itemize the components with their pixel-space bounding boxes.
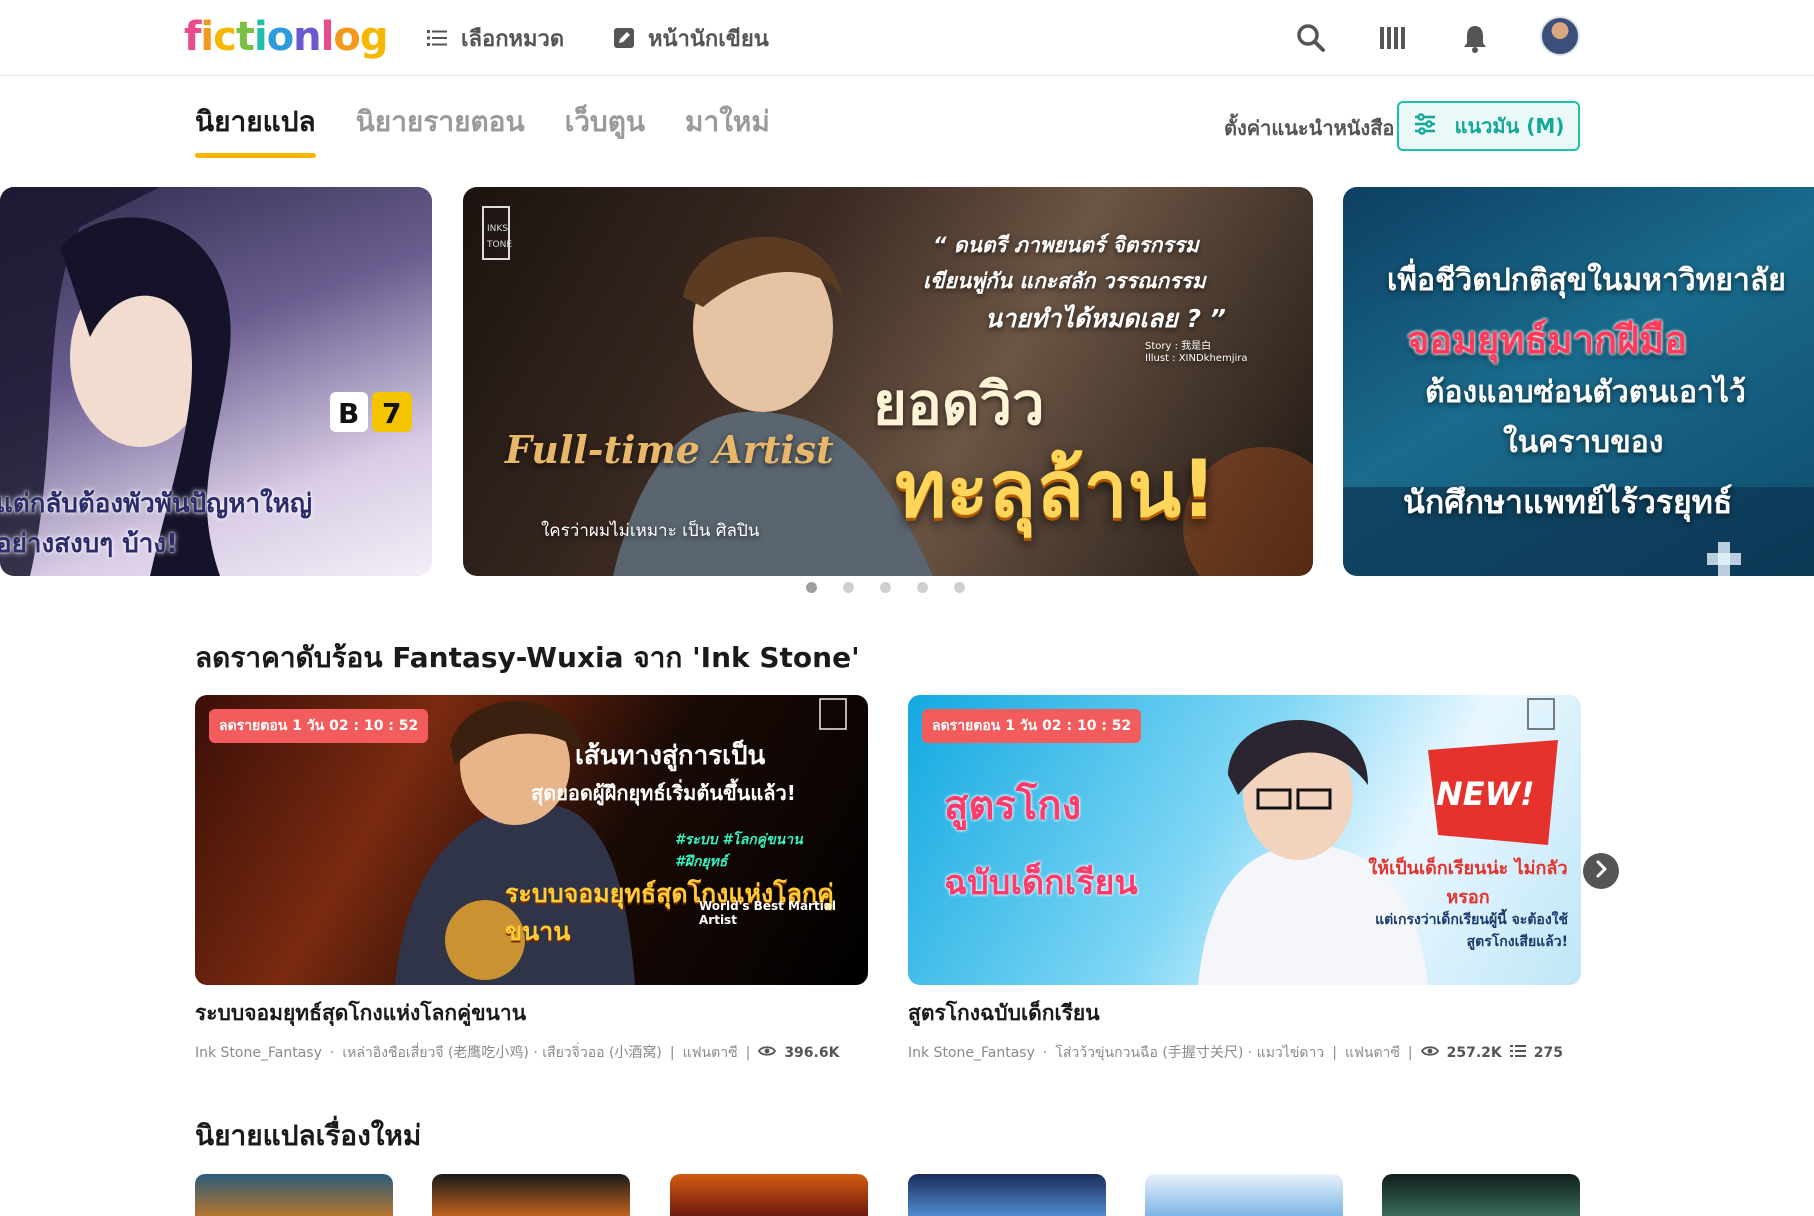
nav-select-category[interactable]: เลือกหมวด bbox=[425, 22, 564, 54]
carousel-dot[interactable] bbox=[954, 582, 965, 593]
recommendation-settings-button-label: แนวมัน (M) bbox=[1454, 114, 1565, 138]
nav-writer-page-label: หน้านักเขียน bbox=[648, 26, 769, 52]
chapters-icon bbox=[1509, 1045, 1526, 1061]
featured-card-art-text-4: ให้เป็นเด็กเรียนน่ะ ไม่กลัวหรอก bbox=[1368, 858, 1568, 908]
banner-right[interactable]: เพื่อชีวิตปกติสุขในมหาวิทยาลัย จอมยุทธ์ม… bbox=[1343, 187, 1814, 576]
book-cover-icon[interactable] bbox=[1145, 1174, 1343, 1216]
view-count: 257.2K bbox=[1446, 1045, 1502, 1061]
svg-text:INKS: INKS bbox=[487, 224, 508, 234]
tab-webtoon[interactable]: เว็บตูน bbox=[565, 100, 645, 156]
svg-text:7: 7 bbox=[382, 397, 401, 430]
featured-card-art-text-1: เส้นทางสู่การเป็น bbox=[575, 741, 766, 771]
banner-left-caption-2: อย่างสงบๆ บ้าง! bbox=[0, 529, 178, 559]
banner-center-caption-2: เขียนพู่กัน แกะสลัก วรรณกรรม bbox=[923, 269, 1206, 293]
banner-center-caption-1: “ ดนตรี ภาพยนตร์ จิตรกรรม bbox=[933, 233, 1199, 257]
featured-card-art-text-2: ฉบับเด็กเรียน bbox=[944, 863, 1138, 903]
tab-translated-novels[interactable]: นิยายแปล bbox=[195, 100, 316, 158]
banner-right-caption-5: นักศึกษาแพทย์ไร้วรยุทธ์ bbox=[1403, 483, 1733, 521]
banner-right-caption-2: จอมยุทธ์มากฝีมือ bbox=[1407, 318, 1688, 362]
genre-label[interactable]: แฟนตาซี bbox=[683, 1042, 738, 1064]
banner-center-logo: Full-time Artist bbox=[505, 427, 834, 472]
tab-serial-novels[interactable]: นิยายรายตอน bbox=[356, 100, 525, 156]
nav-writer-page[interactable]: หน้านักเขียน bbox=[612, 22, 769, 54]
book-cover-icon[interactable] bbox=[1382, 1174, 1580, 1216]
carousel-dots bbox=[806, 582, 965, 593]
featured-card-title[interactable]: ระบบจอมยุทธ์สุดโกงแห่งโลกคู่ขนาน bbox=[195, 997, 868, 1030]
banner-right-caption-4: ในคราบของ bbox=[1503, 425, 1664, 460]
chapter-count: 275 bbox=[1533, 1045, 1563, 1061]
top-navigation-bar: fictionlog เลือกหมวด หน้านักเขียน bbox=[0, 0, 1814, 76]
featured-card-art-text-1: สูตรโกง bbox=[944, 783, 1082, 829]
featured-card-art-text-5: แต่เกรงว่าเด็กเรียนผู้นี้ จะต้องใช้สูตรโ… bbox=[1375, 912, 1568, 950]
featured-card[interactable]: ลดรายตอน 1 วัน 02 : 10 : 52 เส้นทางสู่กา… bbox=[195, 695, 868, 1064]
nav-select-category-label: เลือกหมวด bbox=[461, 26, 565, 52]
banner-center-caption-3: นายทำได้หมดเลย ? ” bbox=[985, 304, 1226, 333]
banner-center-headline-2: ทะลุล้าน! bbox=[895, 445, 1217, 535]
banner-center-sub: ใครว่าผมไม่เหมาะ เป็น ศิลปิน bbox=[541, 521, 760, 541]
banner-center-credit-2: Illust : XINDkhemjira bbox=[1145, 353, 1248, 364]
svg-text:TONE: TONE bbox=[486, 240, 512, 250]
featured-card-art-text-3: NEW! bbox=[1436, 775, 1535, 813]
discount-badge: ลดรายตอน 1 วัน 02 : 10 : 52 bbox=[922, 709, 1142, 743]
carousel-dot[interactable] bbox=[880, 582, 891, 593]
publisher-name[interactable]: Ink Stone_Fantasy bbox=[908, 1045, 1035, 1061]
banner-center[interactable]: INKS TONE “ ดนตรี ภาพยนตร์ จิตรกรรม เขีย… bbox=[463, 187, 1313, 576]
promo-section-title[interactable]: ลดราคาดับร้อน Fantasy-Wuxia จาก 'Ink Sto… bbox=[195, 636, 860, 680]
featured-card-meta: Ink Stone_Fantasy · เหล่าอิงชือเสี่ยวจี … bbox=[195, 1042, 868, 1064]
banner-left[interactable]: B 7 แต่กลับต้องพัวพันปัญหาใหญ่ อย่างสงบๆ… bbox=[0, 187, 432, 576]
book-cover-icon[interactable] bbox=[195, 1174, 393, 1216]
new-novels-section-title[interactable]: นิยายแปลเรื่องใหม่ bbox=[195, 1114, 421, 1158]
carousel-next-button[interactable] bbox=[1583, 853, 1619, 889]
banner-right-caption-1: เพื่อชีวิตปกติสุขในมหาวิทยาลัย bbox=[1387, 263, 1786, 298]
book-cover-icon[interactable] bbox=[908, 1174, 1106, 1216]
book-cover-icon[interactable] bbox=[432, 1174, 630, 1216]
featured-card-art-text-5: World's Best Martial Artist bbox=[699, 899, 837, 927]
featured-card-cover[interactable]: ลดรายตอน 1 วัน 02 : 10 : 52 สูตรโกง ฉบับ… bbox=[908, 695, 1581, 985]
featured-card-art-text-2: สุดยอดผู้ฝึกยุทธ์เริ่มต้นขึ้นแล้ว! bbox=[531, 781, 796, 805]
svg-text:B: B bbox=[338, 397, 359, 430]
featured-card-art-text-3: #ระบบ #โลกคู่ขนาน #ฝึกยุทธ์ bbox=[675, 832, 803, 870]
featured-card-cover[interactable]: ลดรายตอน 1 วัน 02 : 10 : 52 เส้นทางสู่กา… bbox=[195, 695, 868, 985]
featured-card-title[interactable]: สูตรโกงฉบับเด็กเรียน bbox=[908, 997, 1581, 1030]
recommendation-settings-label: ตั้งค่าแนะนำหนังสือ bbox=[1224, 116, 1395, 140]
recommendation-settings-button[interactable]: แนวมัน (M) bbox=[1397, 101, 1580, 151]
sliders-icon bbox=[1413, 112, 1437, 140]
featured-card-meta: Ink Stone_Fantasy · โส่วว้วขุ่นกวนฉือ (手… bbox=[908, 1042, 1581, 1064]
book-cover-icon[interactable] bbox=[670, 1174, 868, 1216]
discount-badge: ลดรายตอน 1 วัน 02 : 10 : 52 bbox=[209, 709, 429, 743]
carousel-dot[interactable] bbox=[917, 582, 928, 593]
library-icon[interactable] bbox=[1373, 18, 1413, 58]
category-tabs: นิยายแปล นิยายรายตอน เว็บตูน มาใหม่ bbox=[195, 100, 770, 158]
view-count: 396.6K bbox=[784, 1045, 840, 1061]
chevron-right-icon bbox=[1594, 860, 1608, 882]
publisher-name[interactable]: Ink Stone_Fantasy bbox=[195, 1045, 322, 1061]
featured-card[interactable]: ลดรายตอน 1 วัน 02 : 10 : 52 สูตรโกง ฉบับ… bbox=[908, 695, 1581, 1064]
author-names[interactable]: โส่วว้วขุ่นกวนฉือ (手握寸关尺) · แมวไข่ดาว bbox=[1055, 1042, 1324, 1064]
carousel-dot[interactable] bbox=[806, 582, 817, 593]
carousel-dot[interactable] bbox=[843, 582, 854, 593]
banner-center-credit-1: Story : 我是白 bbox=[1145, 341, 1212, 352]
eye-icon bbox=[758, 1045, 777, 1061]
banner-left-caption-1: แต่กลับต้องพัวพันปัญหาใหญ่ bbox=[0, 489, 313, 519]
fictionlog-logo[interactable]: fictionlog bbox=[184, 12, 388, 62]
banner-right-caption-3: ต้องแอบซ่อนตัวตนเอาไว้ bbox=[1425, 375, 1746, 410]
list-icon bbox=[425, 26, 449, 50]
eye-icon bbox=[1420, 1045, 1439, 1061]
author-names[interactable]: เหล่าอิงชือเสี่ยวจี (老鹰吃小鸡) · เสียวจิ่วอ… bbox=[342, 1042, 662, 1064]
avatar[interactable] bbox=[1540, 16, 1580, 56]
search-icon[interactable] bbox=[1291, 18, 1331, 58]
bell-icon[interactable] bbox=[1455, 18, 1495, 58]
pen-icon bbox=[612, 26, 636, 50]
genre-label[interactable]: แฟนตาซี bbox=[1345, 1042, 1400, 1064]
tab-new-arrivals[interactable]: มาใหม่ bbox=[685, 100, 770, 156]
